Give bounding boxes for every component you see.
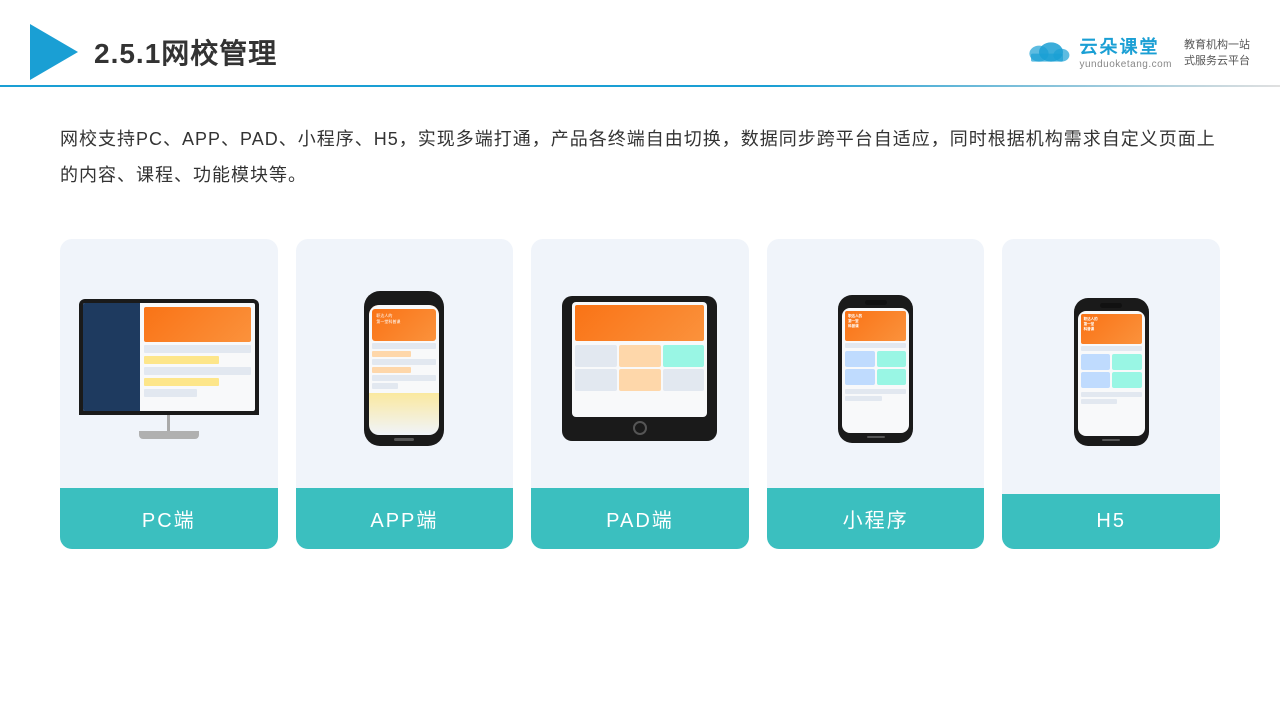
pc-monitor: [79, 299, 259, 439]
h5-label: H5: [1002, 494, 1220, 549]
phone-home: [394, 438, 414, 441]
h5-image-area: 职达人的第一堂科普课: [1002, 239, 1220, 494]
brand-logo: 云朵课堂 yunduoketang.com 教育机构一站 式服务云平台: [1023, 33, 1250, 70]
pad-image-area: [531, 239, 749, 488]
brand-slogan: 教育机构一站 式服务云平台: [1184, 36, 1250, 68]
monitor-body: [79, 299, 259, 415]
description-content: 网校支持PC、APP、PAD、小程序、H5，实现多端打通，产品各终端自由切换，数…: [60, 129, 1216, 185]
monitor-base: [139, 431, 199, 439]
cards-section: PC端 职达人的第一堂科普课: [0, 219, 1280, 569]
h5-screen: 职达人的第一堂科普课: [1078, 311, 1145, 436]
phone-body: 职达人的第一堂科普课: [364, 291, 444, 446]
header-divider: [0, 85, 1280, 87]
description-text: 网校支持PC、APP、PAD、小程序、H5，实现多端打通，产品各终端自由切换，数…: [0, 85, 1280, 209]
header: 2.5.1网校管理 云朵课堂 yunduoketang.com 教育机构一站 式…: [0, 0, 1280, 85]
pc-label: PC端: [60, 488, 278, 549]
cloud-icon: [1023, 36, 1071, 68]
app-image-area: 职达人的第一堂科普课: [296, 239, 514, 488]
brand-url: yunduoketang.com: [1079, 59, 1172, 70]
pad-tablet: [562, 296, 717, 441]
miniprogram-card: 职达人的第一堂科普课 小程序: [767, 239, 985, 549]
page-title: 2.5.1网校管理: [94, 32, 277, 72]
app-card: 职达人的第一堂科普课 APP端: [296, 239, 514, 549]
tablet-home: [633, 421, 647, 435]
header-left: 2.5.1网校管理: [30, 24, 277, 80]
pc-image-area: [60, 239, 278, 488]
pad-card: PAD端: [531, 239, 749, 549]
h5-home-bar: [1102, 439, 1120, 441]
h5-card: 职达人的第一堂科普课 H5: [1002, 239, 1220, 549]
phone-notch: [392, 296, 416, 302]
logo-triangle-icon: [30, 24, 78, 80]
brand-text: 云朵课堂 yunduoketang.com: [1079, 33, 1172, 70]
h5-phone: 职达人的第一堂科普课: [1074, 298, 1149, 446]
mini-phone: 职达人的第一堂科普课: [838, 295, 913, 443]
brand-slogan-line2: 式服务云平台: [1184, 52, 1250, 68]
pc-card: PC端: [60, 239, 278, 549]
tablet-screen: [572, 302, 707, 417]
mini-screen: 职达人的第一堂科普课: [842, 308, 909, 433]
monitor-screen: [83, 303, 255, 411]
mini-image-area: 职达人的第一堂科普课: [767, 239, 985, 488]
monitor-stand: [167, 415, 170, 431]
brand-slogan-line1: 教育机构一站: [1184, 36, 1250, 52]
app-phone: 职达人的第一堂科普课: [364, 291, 444, 446]
miniprogram-label: 小程序: [767, 488, 985, 549]
pad-label: PAD端: [531, 488, 749, 549]
h5-notch: [1100, 303, 1122, 308]
app-label: APP端: [296, 488, 514, 549]
tablet-body: [562, 296, 717, 441]
mini-notch: [865, 300, 887, 305]
phone-screen: 职达人的第一堂科普课: [369, 305, 439, 435]
brand-name: 云朵课堂: [1079, 33, 1159, 59]
mini-home-bar: [867, 436, 885, 438]
